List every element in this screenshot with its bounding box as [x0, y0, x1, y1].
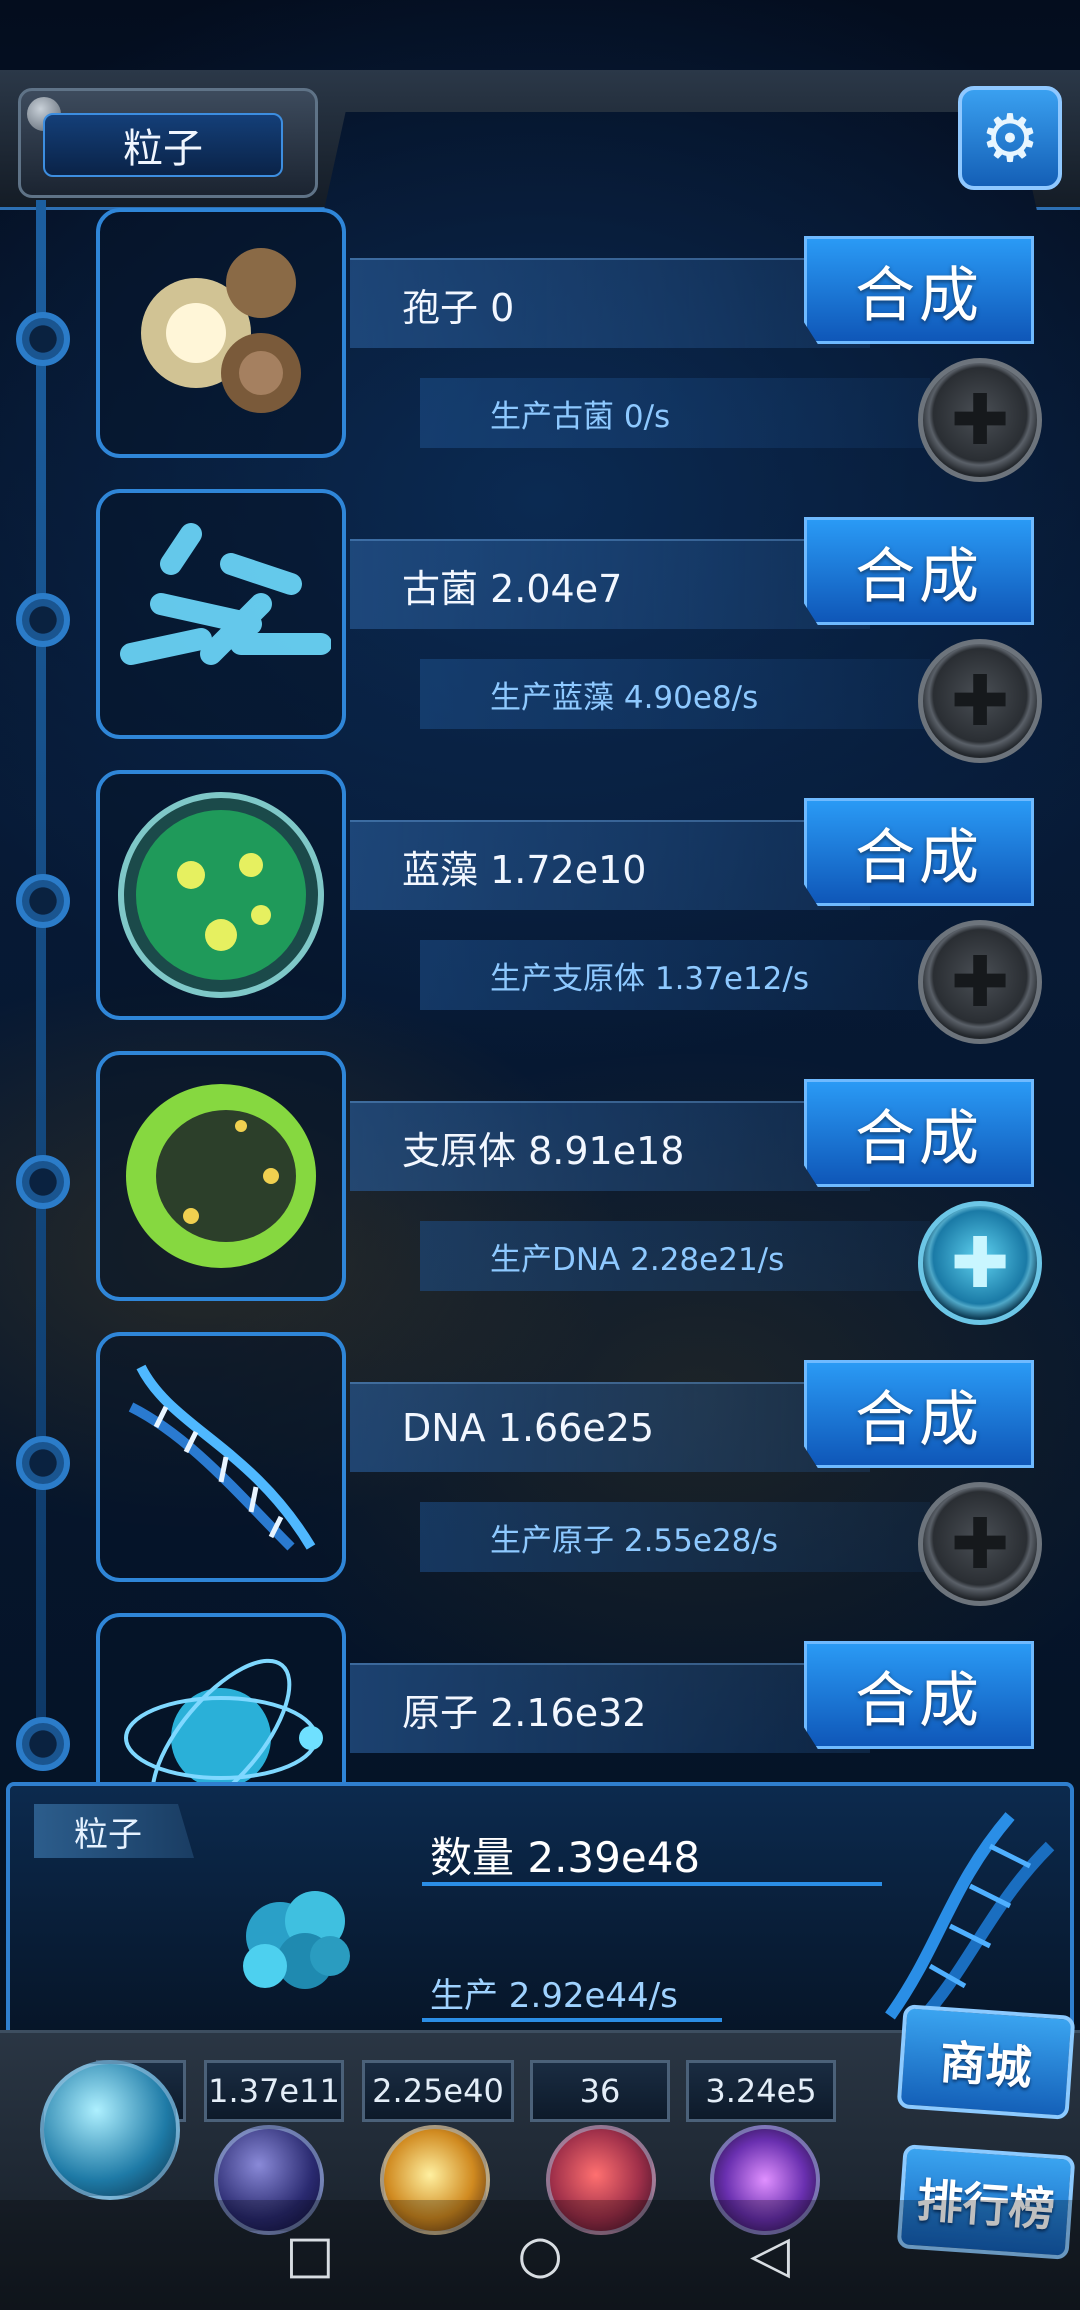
- upgrade-button[interactable]: ✚: [918, 358, 1042, 482]
- synthesize-button[interactable]: 合成: [804, 517, 1034, 625]
- synthesize-button[interactable]: 合成: [804, 236, 1034, 344]
- list-item-dna: DNA 1.66e25 生产原子 2.55e28/s 合成 ✚: [0, 1332, 1080, 1612]
- panel-divider: [422, 2018, 722, 2022]
- home-icon[interactable]: ○: [510, 2225, 570, 2285]
- item-name: 蓝藻 1.72e10: [350, 820, 870, 910]
- resource-value: 3.24e5: [686, 2060, 836, 2122]
- item-production: 生产古菌 0/s: [420, 378, 930, 448]
- plus-icon: ✚: [950, 1222, 1010, 1304]
- atom-icon: [96, 1613, 346, 1783]
- resource-value: 36: [530, 2060, 670, 2122]
- item-name: 孢子 0: [350, 258, 870, 348]
- settings-button[interactable]: ⚙: [958, 86, 1062, 190]
- plus-icon: ✚: [950, 1503, 1010, 1585]
- item-name: 原子 2.16e32: [350, 1663, 870, 1753]
- list-item-archaea: 古菌 2.04e7 生产蓝藻 4.90e8/s 合成 ✚: [0, 489, 1080, 769]
- particle-rate: 生产 2.92e44/s: [430, 1976, 678, 2016]
- synthesize-button[interactable]: 合成: [804, 1641, 1034, 1749]
- list-item-mycoplasma: 支原体 8.91e18 生产DNA 2.28e21/s 合成 ✚: [0, 1051, 1080, 1331]
- list-item-atom: 原子 2.16e32 合成: [0, 1613, 1080, 1783]
- list-item-spore: 孢子 0 生产古菌 0/s 合成 ✚: [0, 208, 1080, 488]
- upgrade-button[interactable]: ✚: [918, 1482, 1042, 1606]
- resource-value: 1.37e11: [204, 2060, 344, 2122]
- resource-value: 2.25e40: [362, 2060, 514, 2122]
- title-plate: 粒子: [18, 88, 318, 198]
- list-item-cyanobacteria: 蓝藻 1.72e10 生产支原体 1.37e12/s 合成 ✚: [0, 770, 1080, 1050]
- archaea-rods-icon: [96, 489, 346, 739]
- item-production: 生产DNA 2.28e21/s: [420, 1221, 930, 1291]
- recents-icon[interactable]: □: [280, 2225, 340, 2285]
- particle-orb-button[interactable]: [40, 2060, 180, 2200]
- mycoplasma-cell-icon: [96, 1051, 346, 1301]
- synthesize-button[interactable]: 合成: [804, 1360, 1034, 1468]
- shop-button[interactable]: 商城: [896, 2004, 1076, 2120]
- synthesize-button[interactable]: 合成: [804, 798, 1034, 906]
- plus-icon: ✚: [950, 941, 1010, 1023]
- dna-decoration-icon: [885, 1812, 1055, 2026]
- dna-helix-icon: [96, 1332, 346, 1582]
- system-nav-bar: □ ○ ◁: [0, 2200, 1080, 2310]
- item-name: 古菌 2.04e7: [350, 539, 870, 629]
- cyanobacteria-cell-icon: [96, 770, 346, 1020]
- item-production: 生产蓝藻 4.90e8/s: [420, 659, 930, 729]
- plus-icon: ✚: [950, 379, 1010, 461]
- item-production: 生产支原体 1.37e12/s: [420, 940, 930, 1010]
- gear-icon: ⚙: [980, 99, 1040, 177]
- panel-divider: [422, 1882, 882, 1886]
- upgrade-button[interactable]: ✚: [918, 1201, 1042, 1325]
- upgrade-button[interactable]: ✚: [918, 920, 1042, 1044]
- particle-cluster-icon: [243, 1891, 350, 1989]
- item-production: 生产原子 2.55e28/s: [420, 1502, 930, 1572]
- spore-cluster-icon: [96, 208, 346, 458]
- synthesize-button[interactable]: 合成: [804, 1079, 1034, 1187]
- item-name: DNA 1.66e25: [350, 1382, 870, 1472]
- back-icon[interactable]: ◁: [740, 2225, 800, 2285]
- plus-icon: ✚: [950, 660, 1010, 742]
- particle-count: 数量 2.39e48: [430, 1833, 701, 1882]
- panel-tag: 粒子: [34, 1804, 194, 1858]
- item-name: 支原体 8.91e18: [350, 1101, 870, 1191]
- page-title: 粒子: [43, 113, 283, 177]
- upgrade-button[interactable]: ✚: [918, 639, 1042, 763]
